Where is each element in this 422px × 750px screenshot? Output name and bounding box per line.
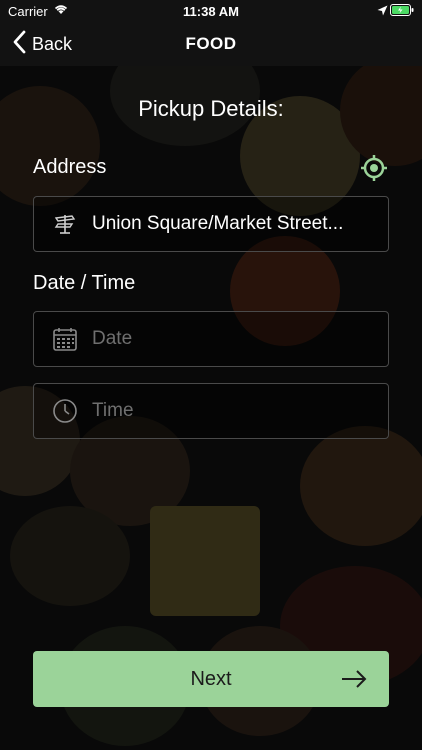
next-button[interactable]: Next bbox=[33, 651, 389, 707]
page-title: FOOD bbox=[185, 34, 237, 53]
address-label: Address bbox=[33, 156, 107, 178]
status-bar: Carrier 11:38 AM bbox=[0, 0, 422, 22]
calendar-icon bbox=[52, 326, 78, 352]
target-icon[interactable] bbox=[360, 154, 388, 182]
clock-icon bbox=[52, 398, 78, 424]
address-value: Union Square/Market Street... bbox=[92, 213, 344, 234]
address-field[interactable]: Union Square/Market Street... bbox=[33, 196, 389, 252]
time-field[interactable]: Time bbox=[33, 383, 389, 439]
pickup-details-form: Pickup Details: Address Union Square/Mar… bbox=[0, 66, 422, 750]
location-arrow-icon bbox=[377, 4, 388, 19]
signpost-icon bbox=[52, 211, 78, 237]
date-field[interactable]: Date bbox=[33, 311, 389, 367]
nav-bar: Back FOOD bbox=[0, 22, 422, 66]
arrow-right-icon bbox=[341, 668, 367, 690]
next-label: Next bbox=[190, 667, 232, 690]
status-time: 11:38 AM bbox=[183, 4, 239, 19]
datetime-label: Date / Time bbox=[33, 272, 136, 294]
battery-icon bbox=[390, 4, 414, 19]
form-heading: Pickup Details: bbox=[138, 96, 284, 121]
time-placeholder: Time bbox=[92, 400, 134, 421]
date-placeholder: Date bbox=[92, 328, 133, 349]
